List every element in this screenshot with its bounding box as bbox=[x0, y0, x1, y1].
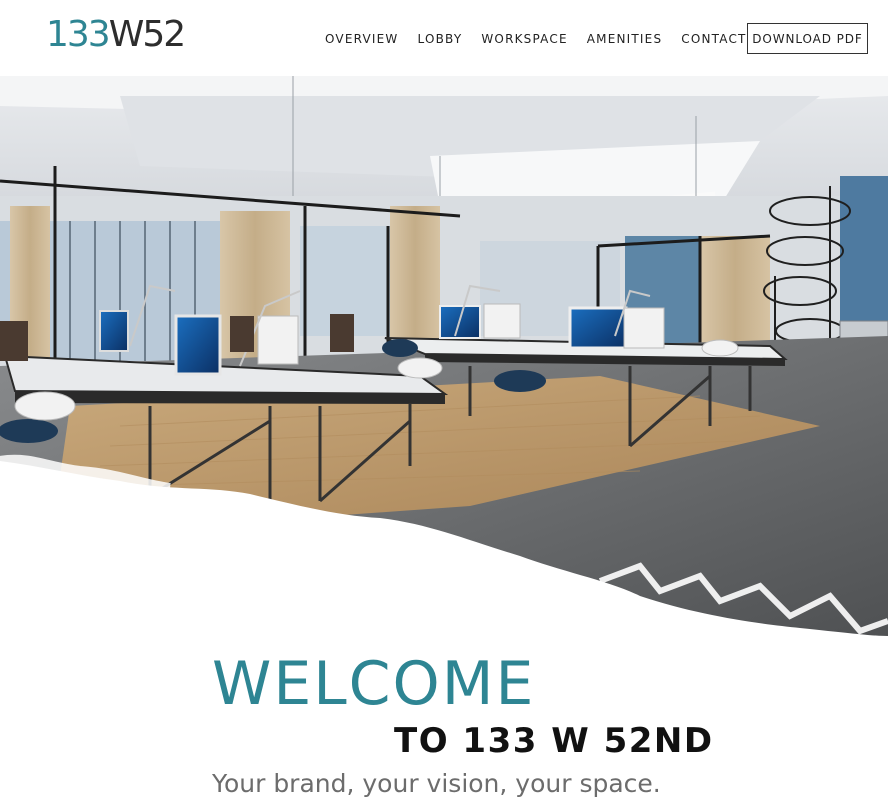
office-illustration bbox=[0, 76, 888, 636]
logo-number: 133 bbox=[46, 14, 111, 55]
site-header: 133W52 OVERVIEW LOBBY WORKSPACE AMENITIE… bbox=[0, 0, 888, 76]
download-pdf-button[interactable]: DOWNLOAD PDF bbox=[747, 23, 868, 54]
nav-lobby[interactable]: LOBBY bbox=[418, 30, 463, 48]
welcome-title: WELCOME bbox=[212, 649, 536, 719]
nav-overview[interactable]: OVERVIEW bbox=[325, 30, 399, 48]
main-nav: OVERVIEW LOBBY WORKSPACE AMENITIES CONTA… bbox=[325, 30, 766, 48]
hero-image bbox=[0, 76, 888, 636]
nav-contact[interactable]: CONTACT bbox=[681, 30, 746, 48]
nav-workspace[interactable]: WORKSPACE bbox=[481, 30, 567, 48]
nav-amenities[interactable]: AMENITIES bbox=[587, 30, 663, 48]
logo-text: W52 bbox=[108, 14, 186, 55]
welcome-subtitle: TO 133 W 52ND bbox=[394, 721, 714, 761]
tagline: Your brand, your vision, your space. bbox=[212, 769, 661, 798]
site-logo[interactable]: 133W52 bbox=[46, 14, 186, 55]
